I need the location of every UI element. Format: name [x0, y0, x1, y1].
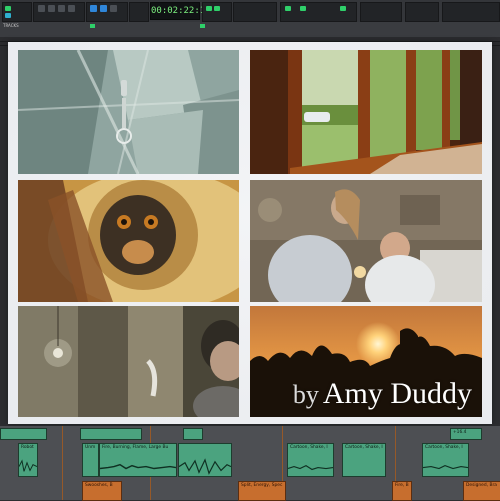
track-row: Swooshes, B Split, Energy, Spec Fire, B … [0, 480, 500, 501]
tracks-label: TRACKS [3, 23, 19, 28]
zoom-tool-button[interactable] [90, 5, 97, 12]
slip-mode-button[interactable] [48, 5, 55, 12]
main-counter[interactable]: 00:02:22:19 [150, 2, 211, 20]
shuffle-mode-button[interactable] [38, 5, 45, 12]
frame-window-view [250, 50, 482, 174]
audio-clip[interactable]: +16.4 [450, 428, 482, 440]
status-led [5, 6, 11, 11]
cursor-panel[interactable] [442, 2, 500, 22]
frame-blanket-keychain [18, 50, 239, 174]
audio-clip[interactable]: Robot [18, 443, 38, 477]
track-row: Robot Unm Fire, Burning, Flame, Large Bu… [0, 441, 500, 479]
audio-clip[interactable]: Cartoon, Shake, I [287, 443, 334, 477]
nudge-panel[interactable] [405, 2, 439, 22]
marker-icon[interactable] [90, 24, 95, 28]
spot-mode-button[interactable] [58, 5, 65, 12]
status-led [300, 6, 306, 11]
timeline-tracks[interactable]: +16.4 Robot Unm Fire, Burning, Flame, La… [0, 426, 500, 501]
daw-toolbar: 00:02:22:19 [0, 0, 500, 23]
credit-name: Amy Duddy [322, 377, 472, 410]
status-led [214, 6, 220, 11]
credit-by: by [292, 380, 319, 409]
audio-clip[interactable] [183, 428, 203, 440]
tool-options[interactable] [129, 2, 149, 22]
frame-kitchen-lamp [18, 306, 239, 417]
marker-icon[interactable] [200, 24, 205, 28]
audio-clip[interactable]: Designed, Bra [463, 481, 500, 501]
timeline-ruler[interactable]: TRACKS [0, 22, 500, 38]
status-led [340, 6, 346, 11]
grabber-tool-button[interactable] [110, 5, 117, 12]
audio-clip[interactable]: Cartoon, Shake, I [422, 443, 469, 477]
status-led [206, 6, 212, 11]
audio-clip[interactable] [80, 428, 142, 440]
audio-clip[interactable]: Fire, Burning, Flame, Large Bu [99, 443, 177, 477]
audio-clip[interactable]: Fire, B [392, 481, 412, 501]
audio-clip[interactable]: Swooshes, B [82, 481, 122, 501]
credit-text: by Amy Duddy [293, 377, 472, 411]
transport-panel[interactable] [280, 2, 357, 22]
audio-clip[interactable] [0, 428, 47, 440]
track-row: +16.4 [0, 426, 500, 440]
audio-clip[interactable]: Cartoon, Shake, I [342, 443, 386, 477]
grid-value-panel[interactable] [360, 2, 402, 22]
selection-panel[interactable] [233, 2, 277, 22]
frame-sunset-trees: by Amy Duddy [250, 306, 482, 417]
video-preview-card: by Amy Duddy [8, 42, 492, 424]
status-led [285, 6, 291, 11]
frame-women-bedroom [250, 180, 482, 302]
sub-counter[interactable] [202, 2, 232, 22]
frame-monkey-closeup [18, 180, 239, 302]
grid-mode-button[interactable] [68, 5, 75, 12]
trim-tool-button[interactable] [100, 5, 107, 12]
status-led [5, 13, 11, 18]
mode-panel[interactable] [2, 2, 32, 22]
audio-clip[interactable]: Unm [82, 443, 99, 477]
audio-clip[interactable] [178, 443, 232, 477]
audio-clip[interactable]: Split, Energy, Spec [238, 481, 286, 501]
